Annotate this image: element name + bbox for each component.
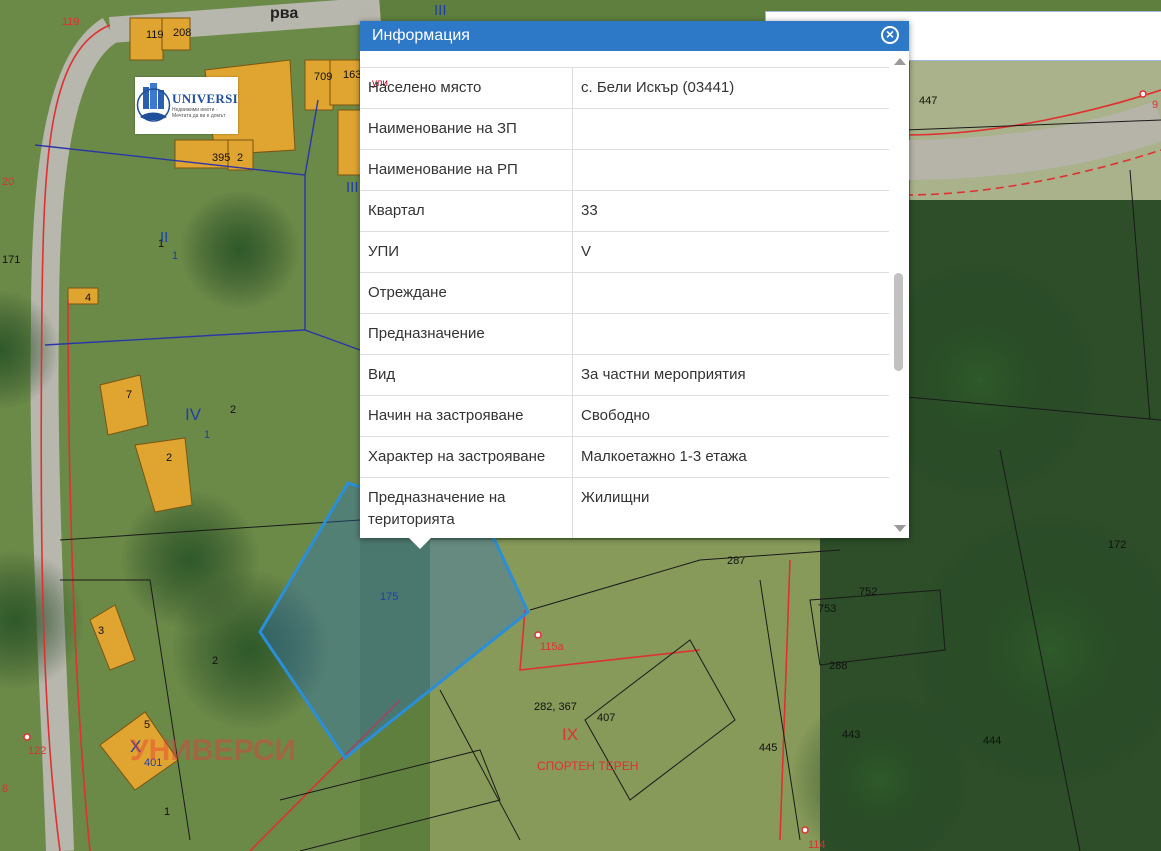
map-red-number: 114	[808, 839, 826, 851]
popup-title: Информация	[372, 27, 470, 44]
attribute-value: V	[572, 231, 889, 273]
map-parcel-label: 5	[144, 719, 150, 731]
map-parcel-label: 1	[172, 250, 178, 262]
attribute-value: За частни мероприятия	[572, 354, 889, 396]
attribute-row: Квартал 33	[360, 190, 889, 232]
attribute-key: Наименование на РП	[360, 149, 573, 191]
attribute-key: Предназначение на територията	[360, 477, 573, 538]
map-parcel-label: 288	[829, 660, 847, 672]
map-parcel-label: 171	[2, 254, 20, 266]
map-parcel-label: 752	[859, 586, 877, 598]
attribute-key: Квартал	[360, 190, 573, 232]
map-roman-label: III	[346, 179, 359, 196]
map-red-number: 122	[28, 745, 46, 757]
close-icon[interactable]: ×	[881, 26, 899, 44]
attribute-value	[572, 149, 889, 191]
map-parcel-label: 119	[146, 29, 164, 41]
attribute-key: УПИ	[360, 231, 573, 273]
attribute-row: Населено място с. Бели Искър (03441)	[360, 67, 889, 109]
attribute-key: Начин на застрояване	[360, 395, 573, 437]
map-roman-label: II	[160, 229, 168, 246]
attribute-key: Характер на застрояване	[360, 436, 573, 478]
map-parcel-label: 1	[204, 429, 210, 441]
watermark-text: УНИВЕРСИ	[130, 734, 296, 767]
map-parcel-label: 163	[343, 69, 361, 81]
attribute-value	[572, 272, 889, 314]
map-parcel-label: 709	[314, 71, 332, 83]
logo-name: UNIVERSI	[172, 91, 238, 106]
map-parcel-label: 2	[230, 404, 236, 416]
attribute-value	[572, 313, 889, 355]
map-red-number: 9	[1152, 99, 1158, 111]
universi-logo: UNIVERSI Недвижими имоти · Мечтата да ви…	[135, 77, 238, 134]
map-red-number: 20	[2, 176, 14, 188]
popup-scrollbar[interactable]	[889, 51, 909, 538]
map-red-number: 115a	[540, 641, 565, 653]
map-parcel-label: 4	[85, 292, 91, 304]
map-parcel-label: 753	[818, 603, 836, 615]
scroll-up-icon[interactable]	[894, 58, 906, 65]
attribute-value: с. Бели Искър (03441)	[572, 67, 889, 109]
attribute-row: Наименование на РП	[360, 149, 889, 191]
map-parcel-label: 2	[237, 152, 243, 164]
map-parcel-label: 172	[1108, 539, 1126, 551]
map-red-number: 8	[2, 783, 8, 795]
attribute-key: Отреждане	[360, 272, 573, 314]
map-parcel-label: 282, 367	[534, 701, 577, 713]
attribute-row: Наименование на ЗП	[360, 108, 889, 150]
map-parcel-label: 447	[919, 95, 937, 107]
attribute-row: УПИ V	[360, 231, 889, 273]
map-parcel-label: 407	[597, 712, 615, 724]
attribute-value: Малкоетажно 1-3 етажа	[572, 436, 889, 478]
map-roman-label: IV	[185, 405, 202, 424]
attribute-row: Предназначение	[360, 313, 889, 355]
map-roman-label: III	[434, 2, 447, 19]
map-parcel-label: 2	[212, 655, 218, 667]
logo-tagline: Недвижими имоти · Мечтата да ви е домът	[172, 107, 226, 119]
attribute-key: Наименование на ЗП	[360, 108, 573, 150]
attribute-value	[572, 108, 889, 150]
map-parcel-label: 287	[727, 555, 745, 567]
map-roman-label: IX	[562, 725, 578, 744]
map-parcel-label: 208	[173, 27, 191, 39]
map-parcel-label: 3	[98, 625, 104, 637]
scroll-thumb[interactable]	[894, 273, 903, 371]
map-sport-label: СПОРТЕН ТЕРЕН	[537, 759, 638, 773]
map-red-number: 119	[62, 16, 80, 28]
info-popup: Информация × упи Населено място с. Бели И…	[360, 21, 909, 538]
map-parcel-label: 443	[842, 729, 860, 741]
popup-header: Информация ×	[360, 21, 909, 51]
map-street-label: рва	[270, 5, 298, 22]
attribute-value: Жилищни	[572, 477, 889, 538]
attribute-row: Начин на застрояване Свободно	[360, 395, 889, 437]
map-parcel-label: 395	[212, 152, 230, 164]
map-parcel-label: 1	[164, 806, 170, 818]
attribute-key: Вид	[360, 354, 573, 396]
map-parcel-label: 445	[759, 742, 777, 754]
attribute-key: Населено място	[360, 67, 573, 109]
attribute-row: Характер на застрояване Малкоетажно 1-3 е…	[360, 436, 889, 478]
attribute-value: 33	[572, 190, 889, 232]
attribute-row: Предназначение на територията Жилищни	[360, 477, 889, 538]
attributes-table: Населено място с. Бели Искър (03441) Наиме…	[360, 67, 889, 538]
map-parcel-label: 7	[126, 389, 132, 401]
attribute-row: Отреждане	[360, 272, 889, 314]
attribute-key: Предназначение	[360, 313, 573, 355]
popup-body[interactable]: упи Населено място с. Бели Искър (03441) Н…	[360, 51, 889, 538]
popup-pointer	[408, 537, 432, 549]
map-parcel-label: 444	[983, 735, 1001, 747]
map-parcel-label: 2	[166, 452, 172, 464]
scroll-down-icon[interactable]	[894, 525, 906, 532]
attribute-value: Свободно	[572, 395, 889, 437]
attribute-row: Вид За частни мероприятия	[360, 354, 889, 396]
map-parcel-label: 175	[380, 591, 398, 603]
